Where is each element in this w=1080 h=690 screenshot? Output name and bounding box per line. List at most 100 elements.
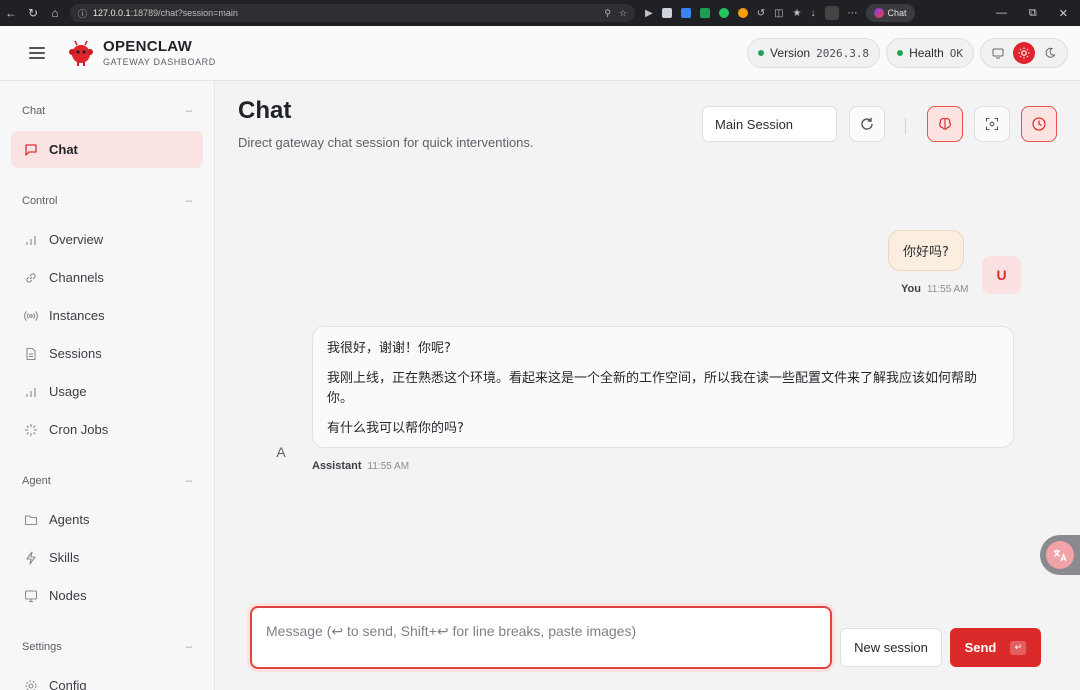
- extension-icon[interactable]: [699, 8, 710, 18]
- brain-icon: [939, 117, 951, 130]
- sidebar-item-agents[interactable]: Agents: [11, 501, 203, 538]
- sidebar-item-label: Sessions: [49, 346, 102, 361]
- sidebar-item-config[interactable]: Config: [11, 667, 203, 690]
- loader-icon: [23, 422, 39, 438]
- minimize-icon[interactable]: —: [996, 7, 1007, 20]
- bar-chart-icon: [23, 232, 39, 248]
- message-icon: [23, 142, 39, 158]
- history-button[interactable]: [1021, 106, 1057, 142]
- group-label: Agent: [22, 475, 51, 487]
- sidebar-item-label: Usage: [49, 384, 87, 399]
- sidebar-item-label: Chat: [49, 142, 78, 157]
- extension-icon[interactable]: [718, 8, 729, 18]
- sidebar-item-overview[interactable]: Overview: [11, 221, 203, 258]
- reload-icon[interactable]: ↻: [22, 6, 44, 20]
- sidebar-item-channels[interactable]: Channels: [11, 259, 203, 296]
- dark-theme-button[interactable]: [1039, 42, 1061, 64]
- sidebar-group-control[interactable]: Control –: [22, 195, 192, 207]
- more-icon[interactable]: ⋯: [848, 8, 858, 19]
- user-message-meta: You 11:55 AM: [901, 283, 968, 295]
- refresh-button[interactable]: [849, 106, 885, 142]
- sidebar-item-cron-jobs[interactable]: Cron Jobs: [11, 411, 203, 448]
- focus-mode-button[interactable]: [974, 106, 1010, 142]
- group-label: Control: [22, 195, 58, 207]
- radio-icon: [23, 308, 39, 324]
- send-label: Send: [964, 640, 997, 655]
- health-label: Health: [909, 46, 944, 60]
- url-path: :18789/chat?session=main: [130, 8, 238, 18]
- translate-float-button[interactable]: [1040, 535, 1080, 575]
- collapse-icon[interactable]: –: [186, 641, 192, 653]
- close-icon[interactable]: ✕: [1059, 7, 1068, 20]
- openclaw-logo: [67, 39, 95, 67]
- sidebar-item-chat[interactable]: Chat: [11, 131, 203, 168]
- browser-tab[interactable]: Chat: [865, 4, 915, 22]
- message-paragraph: 我刚上线，正在熟悉这个环境。看起来这是一个全新的工作空间，所以我在读一些配置文件…: [327, 371, 978, 406]
- sidebar-item-nodes[interactable]: Nodes: [11, 577, 203, 614]
- info-icon: ⓘ: [78, 8, 88, 19]
- theme-switcher: [980, 38, 1068, 68]
- user-message-bubble: 你好吗?: [888, 230, 964, 271]
- send-button[interactable]: Send ↵: [950, 628, 1041, 667]
- sidebar-item-usage[interactable]: Usage: [11, 373, 203, 410]
- user-avatar: U: [982, 256, 1021, 294]
- thinking-toggle-button[interactable]: [927, 106, 963, 142]
- tab-favicon: [873, 8, 884, 18]
- sidebar-group-chat[interactable]: Chat –: [22, 105, 192, 117]
- group-label: Settings: [22, 641, 62, 653]
- menu-icon[interactable]: [29, 44, 45, 62]
- sidebar-item-label: Nodes: [49, 588, 87, 603]
- sidebar-item-label: Instances: [49, 308, 105, 323]
- restore-icon[interactable]: ⧉: [1029, 7, 1037, 20]
- bar-chart-icon: [23, 384, 39, 400]
- extension-icon[interactable]: ↺: [757, 8, 765, 19]
- split-view-icon[interactable]: ◫: [774, 8, 783, 19]
- play-icon[interactable]: ▶: [645, 8, 653, 19]
- download-icon[interactable]: ↓: [811, 8, 816, 19]
- favorites-icon[interactable]: ★: [793, 8, 802, 19]
- assistant-avatar: A: [276, 444, 286, 460]
- sidebar-item-instances[interactable]: Instances: [11, 297, 203, 334]
- new-session-button[interactable]: New session: [840, 628, 942, 667]
- profile-avatar[interactable]: [824, 6, 839, 20]
- refresh-icon: [861, 117, 873, 130]
- sidebar-group-agent[interactable]: Agent –: [22, 475, 192, 487]
- light-theme-button[interactable]: [1013, 42, 1035, 64]
- page-title: Chat: [238, 97, 292, 124]
- extension-icon[interactable]: [737, 8, 748, 18]
- bolt-icon: [23, 550, 39, 566]
- monitor-icon: [23, 588, 39, 604]
- collapse-icon[interactable]: –: [186, 105, 192, 117]
- status-dot: [758, 50, 765, 56]
- extension-icon[interactable]: [680, 8, 691, 18]
- folder-icon: [23, 512, 39, 528]
- message-time: 11:55 AM: [367, 461, 410, 472]
- sidebar-item-sessions[interactable]: Sessions: [11, 335, 203, 372]
- extension-icon[interactable]: [661, 8, 672, 18]
- assistant-message-bubble: 我很好，谢谢！你呢? 我刚上线，正在熟悉这个环境。看起来这是一个全新的工作空间，…: [312, 326, 1014, 448]
- message-input[interactable]: Message (↩ to send, Shift+↩ for line bre…: [250, 606, 832, 669]
- zoom-icon[interactable]: ⚲: [604, 8, 611, 19]
- version-pill: Version 2026.3.8: [747, 38, 881, 68]
- address-bar[interactable]: ⓘ 127.0.0.1:18789/chat?session=main ⚲ ☆: [70, 4, 635, 22]
- sidebar-group-settings[interactable]: Settings –: [22, 641, 192, 653]
- message-paragraph: 我很好，谢谢！你呢?: [327, 341, 451, 356]
- moon-icon: [1045, 47, 1056, 58]
- system-theme-button[interactable]: [987, 42, 1009, 64]
- clock-icon: [1032, 117, 1046, 131]
- star-icon[interactable]: ☆: [619, 8, 627, 19]
- collapse-icon[interactable]: –: [186, 195, 192, 207]
- sun-icon: [1018, 47, 1030, 59]
- page-subtitle: Direct gateway chat session for quick in…: [238, 135, 534, 150]
- enter-key-icon: ↵: [1010, 640, 1027, 655]
- message-time: 11:55 AM: [926, 284, 969, 295]
- home-icon[interactable]: ⌂: [44, 6, 66, 20]
- back-icon[interactable]: ←: [0, 6, 22, 20]
- collapse-icon[interactable]: –: [186, 475, 192, 487]
- session-select[interactable]: Main Session: [702, 106, 837, 142]
- sidebar-item-label: Agents: [49, 512, 90, 527]
- sidebar-item-skills[interactable]: Skills: [11, 539, 203, 576]
- health-value: OK: [949, 46, 963, 60]
- gear-icon: [23, 678, 39, 690]
- browser-chrome: ← ↻ ⌂ ⓘ 127.0.0.1:18789/chat?session=mai…: [0, 0, 1080, 26]
